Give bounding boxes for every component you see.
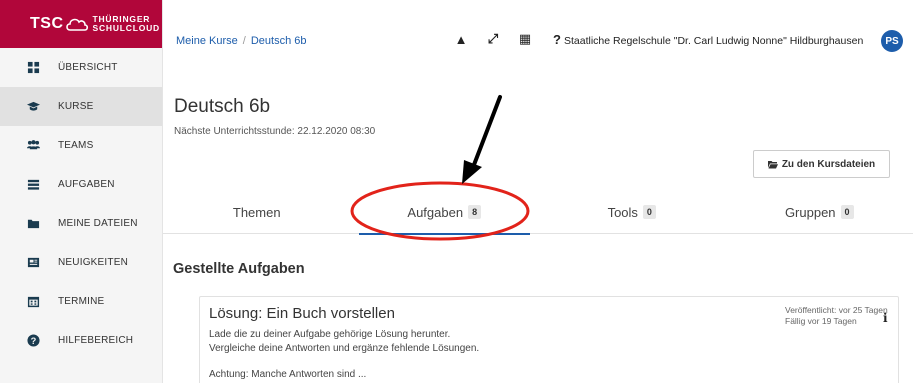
users-icon — [26, 139, 40, 153]
tasks-icon — [26, 178, 40, 192]
task-meta: Veröffentlicht: vor 25 Tagen Fällig vor … — [785, 305, 888, 327]
sidebar-item-termine[interactable]: TERMINE — [0, 282, 162, 321]
main-content: Deutsch 6b Nächste Unterrichtsstunde: 22… — [163, 80, 913, 383]
sidebar-item-label: ÜBERSICHT — [58, 62, 118, 73]
sidebar-item-label: AUFGABEN — [58, 179, 115, 190]
question-circle-icon: ? — [26, 334, 40, 348]
school-name: Staatliche Regelschule "Dr. Carl Ludwig … — [564, 35, 864, 47]
sidebar-item-kurse[interactable]: KURSE — [0, 87, 162, 126]
task-desc-line: Vergleiche deine Antworten und ergänze f… — [209, 343, 480, 354]
logo-text: THÜRINGER SCHULCLOUD — [93, 15, 161, 33]
dashboard-icon — [26, 61, 40, 75]
fullscreen-icon[interactable]: ⤢ — [486, 31, 500, 47]
sidebar-item-label: MEINE DATEIEN — [58, 218, 138, 229]
sidebar-item-teams[interactable]: TEAMS — [0, 126, 162, 165]
count-badge: 8 — [468, 205, 482, 219]
sidebar-item-aufgaben[interactable]: AUFGABEN — [0, 165, 162, 204]
sidebar-item-label: TERMINE — [58, 296, 105, 307]
page-title: Deutsch 6b — [174, 96, 271, 117]
svg-text:?: ? — [30, 336, 36, 346]
tab-tools[interactable]: Tools 0 — [538, 190, 726, 234]
task-description: Lade die zu deiner Aufgabe gehörige Lösu… — [209, 328, 479, 382]
count-badge: 0 — [642, 205, 656, 219]
qr-code-icon[interactable]: ▦ — [518, 31, 532, 47]
top-icons: ▲ ⤢ ▦ ? — [454, 31, 564, 47]
folder-open-icon — [767, 160, 778, 168]
newspaper-icon — [26, 256, 40, 270]
sidebar: TSC THÜRINGER SCHULCLOUD ÜBERSICHT KURSE… — [0, 0, 163, 383]
task-card[interactable]: Lösung: Ein Buch vorstellen Lade die zu … — [199, 296, 899, 383]
sidebar-item-label: TEAMS — [58, 140, 94, 151]
task-title[interactable]: Lösung: Ein Buch vorstellen — [209, 305, 395, 322]
course-files-button[interactable]: Zu den Kursdateien — [753, 150, 890, 178]
folder-icon — [26, 217, 40, 231]
sidebar-item-label: KURSE — [58, 101, 94, 112]
next-lesson-info: Nächste Unterrichtsstunde: 22.12.2020 08… — [174, 126, 376, 137]
sidebar-item-uebersicht[interactable]: ÜBERSICHT — [0, 48, 162, 87]
task-published: Veröffentlicht: vor 25 Tagen — [785, 305, 888, 315]
course-tabs: Themen Aufgaben 8 Tools 0 Gruppen 0 — [163, 190, 913, 235]
breadcrumb-link-meine-kurse[interactable]: Meine Kurse — [176, 35, 238, 47]
info-icon[interactable]: i — [883, 311, 888, 325]
tab-label: Themen — [232, 204, 281, 220]
task-due: Fällig vor 19 Tagen — [785, 316, 857, 326]
logo-abbr: TSC — [30, 15, 64, 32]
task-desc-line: Achtung: Manche Antworten sind ... — [209, 369, 367, 380]
sidebar-item-meine-dateien[interactable]: MEINE DATEIEN — [0, 204, 162, 243]
topbar: Meine Kurse / Deutsch 6b ▲ ⤢ ▦ ? Staatlich… — [163, 0, 913, 80]
calendar-icon — [26, 295, 40, 309]
warning-icon[interactable]: ▲ — [454, 32, 468, 47]
help-icon[interactable]: ? — [550, 32, 564, 47]
graduation-cap-icon — [26, 100, 40, 114]
breadcrumb: Meine Kurse / Deutsch 6b — [176, 35, 306, 47]
logo-line2: SCHULCLOUD — [92, 23, 160, 33]
cloud-icon — [65, 18, 88, 31]
tab-label: Aufgaben — [407, 204, 464, 220]
avatar[interactable]: PS — [881, 30, 903, 52]
tab-gruppen[interactable]: Gruppen 0 — [726, 190, 913, 234]
tab-label: Gruppen — [784, 204, 836, 220]
tab-label: Tools — [607, 204, 638, 220]
section-title: Gestellte Aufgaben — [173, 261, 305, 277]
sidebar-item-hilfebereich[interactable]: ? HILFEBEREICH — [0, 321, 162, 360]
sidebar-item-label: HILFEBEREICH — [58, 335, 134, 346]
sidebar-item-neuigkeiten[interactable]: NEUIGKEITEN — [0, 243, 162, 282]
logo[interactable]: TSC THÜRINGER SCHULCLOUD — [0, 0, 162, 48]
course-files-label: Zu den Kursdateien — [781, 158, 876, 170]
sidebar-nav: ÜBERSICHT KURSE TEAMS AUFGABEN MEINE DAT… — [0, 48, 162, 360]
tab-aufgaben[interactable]: Aufgaben 8 — [351, 190, 539, 235]
task-desc-line: Lade die zu deiner Aufgabe gehörige Lösu… — [209, 329, 451, 340]
count-badge: 0 — [840, 205, 854, 219]
tab-themen[interactable]: Themen — [163, 190, 351, 234]
breadcrumb-link-course[interactable]: Deutsch 6b — [251, 35, 307, 47]
breadcrumb-separator: / — [242, 35, 246, 47]
sidebar-item-label: NEUIGKEITEN — [58, 257, 128, 268]
